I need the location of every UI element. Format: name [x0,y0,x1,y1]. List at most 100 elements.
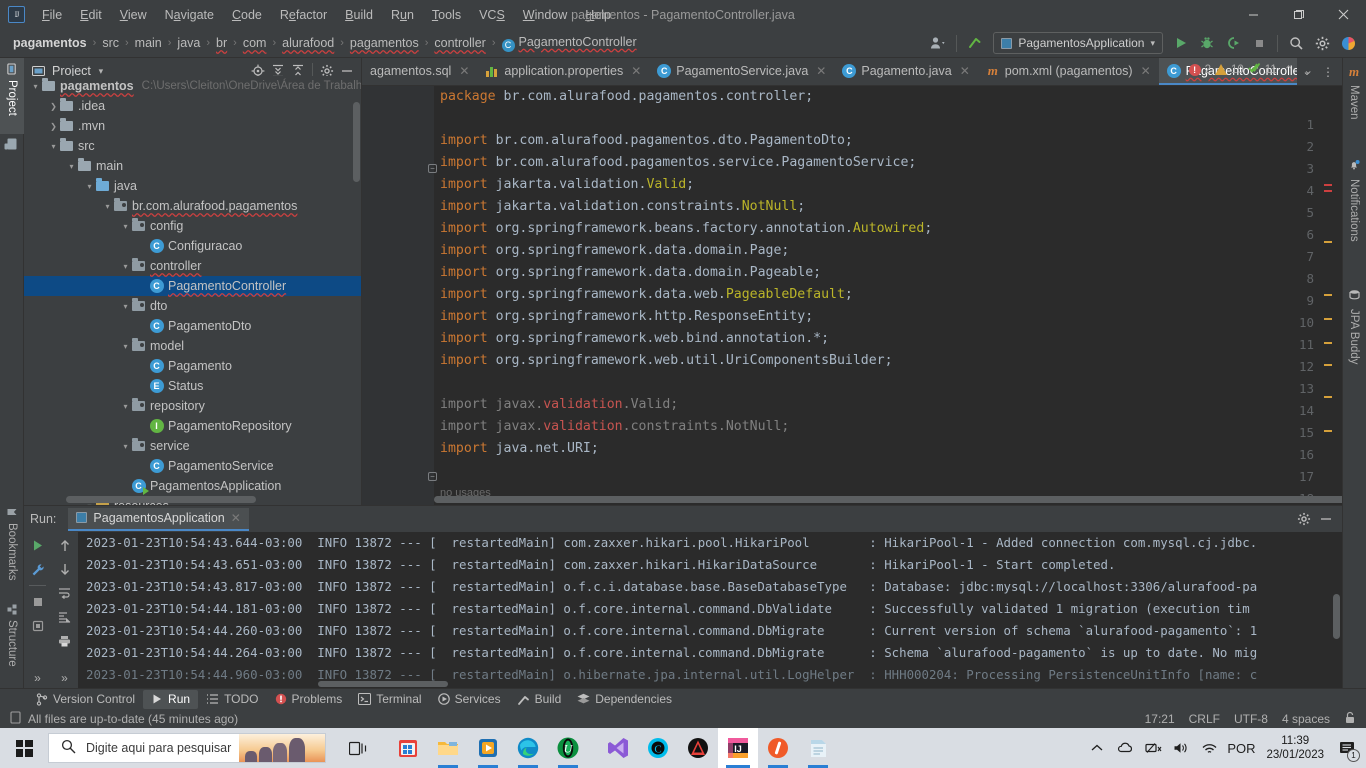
tree-item[interactable]: ▾ main [24,156,361,176]
updates-icon[interactable] [1336,32,1360,55]
tree-item[interactable]: ▾ config [24,216,361,236]
project-tree[interactable]: ▾ pagamentos C:\Users\Cleiton\OneDrive\Áre… [24,76,361,505]
chevron-down-icon[interactable]: ▾ [84,182,95,191]
code-line[interactable]: import jakarta.validation.Valid; [434,174,1342,196]
tree-item[interactable]: C PagamentoDto [24,316,361,336]
chevron-down-icon[interactable]: ▾ [120,302,131,311]
close-icon[interactable]: ✕ [1141,64,1151,78]
chevron-right-icon[interactable]: ❯ [48,102,59,111]
code-line[interactable]: import br.com.alurafood.pagamentos.dto.P… [434,130,1342,152]
tree-item[interactable]: I PagamentoRepository [24,416,361,436]
sidebar-item-bookmarks[interactable]: Bookmarks [0,501,24,596]
code-line[interactable]: import org.springframework.web.bind.anno… [434,328,1342,350]
user-account-icon[interactable] [926,32,950,55]
editor-horizontal-scrollbar[interactable] [434,496,1342,503]
microsoft-edge-icon[interactable] [508,728,548,768]
task-view-icon[interactable] [338,728,378,768]
scroll-down-icon[interactable] [54,559,76,579]
code-line[interactable]: import java.net.URI; [434,438,1342,460]
code-line[interactable]: import org.springframework.web.util.UriC… [434,350,1342,372]
onedrive-icon[interactable] [1112,728,1138,768]
chevron-down-icon[interactable]: ▾ [66,162,77,171]
wifi-icon[interactable] [1196,728,1222,768]
run-configuration-selector[interactable]: PagamentosApplication ▾ [993,32,1163,54]
media-player-icon[interactable] [468,728,508,768]
thread-dump-icon[interactable] [27,616,49,636]
editor-tab-pagamento-java[interactable]: C Pagamento.java ✕ [834,58,977,85]
tree-item[interactable]: ▾ br.com.alurafood.pagamentos [24,196,361,216]
menu-item-edit[interactable]: Edit [71,4,111,26]
breadcrumb-item-pagamentos[interactable]: pagamentos [10,34,90,52]
inspection-widget[interactable]: ! 2 10 11 ⌃ ⌄ [1188,62,1316,77]
breadcrumb-item-com[interactable]: com [240,34,270,52]
editor-tab-pagamentoservice-java[interactable]: C PagamentoService.java ✕ [649,58,834,85]
breadcrumb-item-src[interactable]: src [99,34,122,52]
chevron-down-icon[interactable]: ▾ [48,142,59,151]
close-icon[interactable]: ✕ [459,64,469,78]
breadcrumb-item-pagamentos[interactable]: pagamentos [347,34,422,52]
close-icon[interactable]: ✕ [631,64,641,78]
warning-marker[interactable] [1324,241,1332,243]
tab-more-options-icon[interactable]: ⋮ [1318,62,1338,82]
tree-item[interactable]: C Configuracao [24,236,361,256]
warning-marker[interactable] [1324,430,1332,432]
console-vertical-scrollbar[interactable] [1333,594,1340,639]
opera-gx-icon[interactable] [758,728,798,768]
tree-item[interactable]: ❯ .mvn [24,116,361,136]
code-line[interactable]: import org.springframework.beans.factory… [434,218,1342,240]
menu-item-refactor[interactable]: Refactor [271,4,336,26]
code-line[interactable] [434,460,1342,482]
soft-wrap-icon[interactable] [54,583,76,603]
gear-icon[interactable] [1310,32,1334,55]
warning-marker[interactable] [1324,342,1332,344]
breadcrumb-item-br[interactable]: br [213,34,230,52]
chevron-right-icon[interactable]: ❯ [48,122,59,131]
file-encoding[interactable]: UTF-8 [1234,712,1268,726]
read-only-toggle-icon[interactable] [1344,711,1356,727]
breadcrumb-item-pagamentocontroller[interactable]: C PagamentoController [499,33,640,54]
debug-button[interactable] [1195,32,1219,55]
warning-marker[interactable] [1324,364,1332,366]
run-button[interactable] [1169,32,1193,55]
volume-icon[interactable] [1168,728,1194,768]
tool-window-button-version-control[interactable]: Version Control [28,690,143,709]
menu-item-code[interactable]: Code [223,4,271,26]
hide-panel-icon[interactable] [1316,509,1336,529]
expand-right-icon[interactable]: » [54,668,76,688]
search-icon[interactable] [1284,32,1308,55]
gear-icon[interactable] [1294,509,1314,529]
tree-item[interactable]: ▾ pagamentos C:\Users\Cleiton\OneDrive\Áre… [24,76,361,96]
error-marker[interactable] [1324,184,1332,186]
chevron-down-icon[interactable]: ▾ [120,342,131,351]
scroll-up-icon[interactable] [54,535,76,555]
menu-item-run[interactable]: Run [382,4,423,26]
sidebar-item-maven[interactable]: m Maven [1342,58,1366,124]
warning-marker[interactable] [1324,318,1332,320]
wrench-icon[interactable] [27,559,49,579]
chevron-down-icon[interactable]: ▾ [102,202,113,211]
tree-item[interactable]: ▾ dto [24,296,361,316]
chevron-down-icon[interactable]: ▾ [30,82,41,91]
taskbar-clock[interactable]: 11:39 23/01/2023 [1260,734,1330,762]
editor-gutter[interactable] [362,86,434,505]
indent-setting[interactable]: 4 spaces [1282,712,1330,726]
menu-item-navigate[interactable]: Navigate [156,4,223,26]
menu-item-vcs[interactable]: VCS [470,4,514,26]
stop-button[interactable] [1247,32,1271,55]
tree-item-selected[interactable]: C PagamentoController [24,276,361,296]
opera-icon[interactable]: U [548,728,588,768]
close-icon[interactable]: ✕ [960,64,970,78]
code-content[interactable]: package br.com.alurafood.pagamentos.cont… [434,86,1342,505]
sidebar-item-structure[interactable]: Structure [0,598,24,686]
tool-window-button-dependencies[interactable]: Dependencies [569,690,680,709]
close-icon[interactable]: ✕ [231,511,241,525]
chevron-down-icon[interactable]: ▾ [120,442,131,451]
tree-item[interactable]: ▾ src [24,136,361,156]
tool-window-button-services[interactable]: Services [430,690,509,709]
tree-item[interactable]: ▾ model [24,336,361,356]
code-line[interactable]: import javax.validation.Valid; [434,394,1342,416]
tree-item[interactable]: C PagamentoService [24,456,361,476]
code-editor[interactable]: 123−4567891011121314151617−18 package br… [362,86,1342,505]
close-icon[interactable]: ✕ [816,64,826,78]
menu-item-help[interactable]: Help [576,4,620,26]
